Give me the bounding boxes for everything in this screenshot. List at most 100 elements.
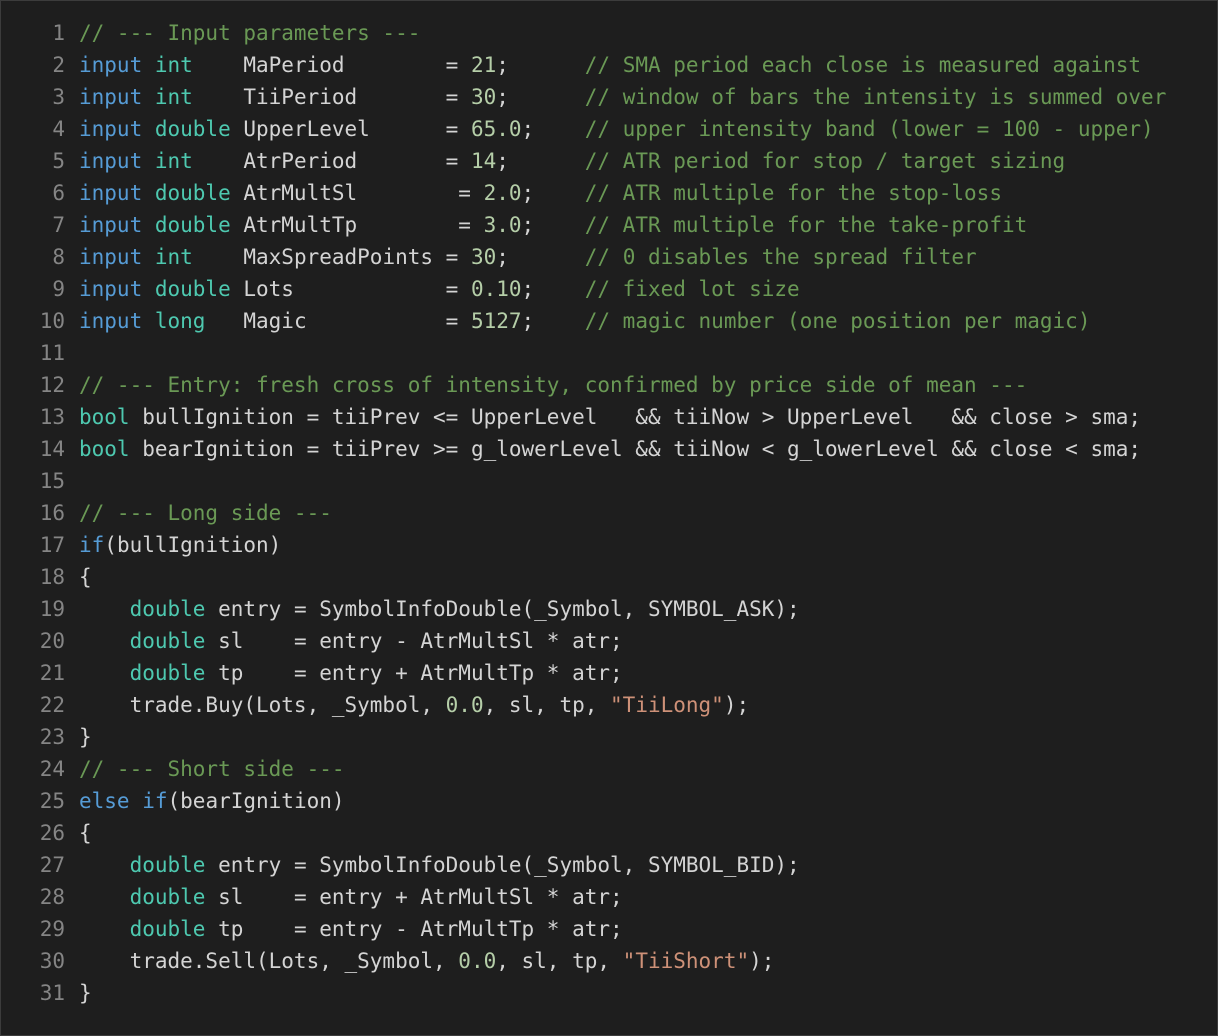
line-number: 20 xyxy=(39,629,65,653)
line-number: 11 xyxy=(39,341,65,365)
code-line[interactable]: 5 input int AtrPeriod = 14; // ATR period… xyxy=(1,145,1166,177)
line-text: } xyxy=(65,721,92,753)
line-number: 3 xyxy=(52,85,65,109)
code-line[interactable]: 16 // --- Long side --- xyxy=(1,497,1166,529)
code-token: Lots = xyxy=(230,277,471,301)
code-token: trade.Buy(Lots, _Symbol, xyxy=(79,693,446,717)
line-text xyxy=(65,465,79,497)
code-line[interactable]: 11 xyxy=(1,337,1166,369)
code-line[interactable]: 2 input int MaPeriod = 21; // SMA period … xyxy=(1,49,1166,81)
code-token: ; xyxy=(496,149,585,173)
code-line[interactable]: 20 double sl = entry - AtrMultSl * atr; xyxy=(1,625,1166,657)
code-line[interactable]: 24 // --- Short side --- xyxy=(1,753,1166,785)
code-token: { xyxy=(79,821,92,845)
comment-token: // fixed lot size xyxy=(584,277,800,301)
code-line[interactable]: 13 bool bullIgnition = tiiPrev <= UpperLe… xyxy=(1,401,1166,433)
code-line[interactable]: 7 input double AtrMultTp = 3.0; // ATR mu… xyxy=(1,209,1166,241)
code-line[interactable]: 18 { xyxy=(1,561,1166,593)
code-token: } xyxy=(79,981,92,1005)
code-token: ; xyxy=(496,245,585,269)
code-line[interactable]: 31} xyxy=(1,977,1166,1009)
line-number: 16 xyxy=(39,501,65,525)
code-token: AtrPeriod = xyxy=(192,149,471,173)
code-token: ); xyxy=(749,949,775,973)
code-line[interactable]: 28 double sl = entry + AtrMultSl * atr; xyxy=(1,881,1166,913)
keyword-token: input xyxy=(79,85,155,109)
comment-token: // upper intensity band (lower = 100 - u… xyxy=(584,117,1154,141)
code-line[interactable]: 27 double entry = SymbolInfoDouble(_Symb… xyxy=(1,849,1166,881)
code-line[interactable]: 9 input double Lots = 0.10; // fixed lot … xyxy=(1,273,1166,305)
line-text: double entry = SymbolInfoDouble(_Symbol,… xyxy=(65,593,800,625)
line-number: 22 xyxy=(39,693,65,717)
comment-token: // --- Input parameters --- xyxy=(79,21,421,45)
code-line[interactable]: 4 input double UpperLevel = 65.0; // uppe… xyxy=(1,113,1166,145)
code-token: TiiPeriod = xyxy=(192,85,471,109)
code-line[interactable]: 21 double tp = entry + AtrMultTp * atr; xyxy=(1,657,1166,689)
code-token: ; xyxy=(521,181,585,205)
code-token: ; xyxy=(521,213,585,237)
code-token: MaxSpreadPoints = xyxy=(192,245,471,269)
line-number: 10 xyxy=(39,309,65,333)
number-token: 0.0 xyxy=(445,693,484,717)
keyword-token: input xyxy=(79,181,155,205)
comment-token: // magic number (one position per magic) xyxy=(584,309,1091,333)
code-token: } xyxy=(79,725,92,749)
code-line[interactable]: 12 // --- Entry: fresh cross of intensity… xyxy=(1,369,1166,401)
code-token: UpperLevel = xyxy=(230,117,471,141)
line-text: // --- Long side --- xyxy=(65,497,332,529)
line-number: 12 xyxy=(39,373,65,397)
string-token: "TiiShort" xyxy=(622,949,750,973)
code-line[interactable]: 6 input double AtrMultSl = 2.0; // ATR mu… xyxy=(1,177,1166,209)
code-line[interactable]: 19 double entry = SymbolInfoDouble(_Symb… xyxy=(1,593,1166,625)
code-line[interactable]: 22 trade.Buy(Lots, _Symbol, 0.0, sl, tp,… xyxy=(1,689,1166,721)
code-line[interactable]: 30 trade.Sell(Lots, _Symbol, 0.0, sl, tp… xyxy=(1,945,1166,977)
type-token: double xyxy=(154,181,231,205)
type-token: int xyxy=(154,245,193,269)
number-token: 14 xyxy=(470,149,497,173)
code-line[interactable]: 23} xyxy=(1,721,1166,753)
code-line[interactable]: 14 bool bearIgnition = tiiPrev >= g_lower… xyxy=(1,433,1166,465)
line-text: input double Lots = 0.10; // fixed lot s… xyxy=(65,273,800,305)
keyword-token: input xyxy=(79,53,155,77)
line-number: 15 xyxy=(39,469,65,493)
code-token: bearIgnition = tiiPrev >= g_lowerLevel &… xyxy=(129,437,1142,461)
line-number: 13 xyxy=(39,405,65,429)
code-line[interactable]: 1 // --- Input parameters --- xyxy=(1,17,1166,49)
code-token: ); xyxy=(723,693,750,717)
code-line[interactable]: 15 xyxy=(1,465,1166,497)
line-number: 31 xyxy=(39,981,65,1005)
keyword-token: input xyxy=(79,277,155,301)
line-text: input int MaxSpreadPoints = 30; // 0 dis… xyxy=(65,241,977,273)
type-token: int xyxy=(154,53,193,77)
code-token: tp = entry - AtrMultTp * atr; xyxy=(205,917,623,941)
keyword-token: else if xyxy=(79,789,168,813)
code-token: { xyxy=(79,565,92,589)
code-line[interactable]: 26 { xyxy=(1,817,1166,849)
code-line[interactable]: 3 input int TiiPeriod = 30; // window of … xyxy=(1,81,1166,113)
line-number: 19 xyxy=(39,597,65,621)
keyword-token: input xyxy=(79,213,155,237)
number-token: 3.0 xyxy=(483,213,522,237)
comment-token: // ATR multiple for the stop-loss xyxy=(584,181,1002,205)
line-text: double tp = entry - AtrMultTp * atr; xyxy=(65,913,623,945)
comment-token: // ATR period for stop / target sizing xyxy=(584,149,1066,173)
code-block[interactable]: 1 // --- Input parameters --- 2 input int M… xyxy=(1,17,1167,1009)
code-token: Magic = xyxy=(205,309,471,333)
number-token: 0.10 xyxy=(470,277,522,301)
code-line[interactable]: 17 if(bullIgnition) xyxy=(1,529,1166,561)
number-token: 5127 xyxy=(470,309,522,333)
type-token: double xyxy=(129,885,206,909)
comment-token: // --- Short side --- xyxy=(79,757,345,781)
line-number: 2 xyxy=(52,53,65,77)
code-line[interactable]: 29 double tp = entry - AtrMultTp * atr; xyxy=(1,913,1166,945)
code-token: AtrMultSl = xyxy=(230,181,484,205)
type-token: double xyxy=(129,853,206,877)
line-number: 1 xyxy=(52,21,65,45)
line-number: 25 xyxy=(39,789,65,813)
code-line[interactable]: 25 else if(bearIgnition) xyxy=(1,785,1166,817)
code-line[interactable]: 10 input long Magic = 5127; // magic numb… xyxy=(1,305,1166,337)
type-token: double xyxy=(154,213,231,237)
code-token: ; xyxy=(521,277,585,301)
code-line[interactable]: 8 input int MaxSpreadPoints = 30; // 0 di… xyxy=(1,241,1166,273)
